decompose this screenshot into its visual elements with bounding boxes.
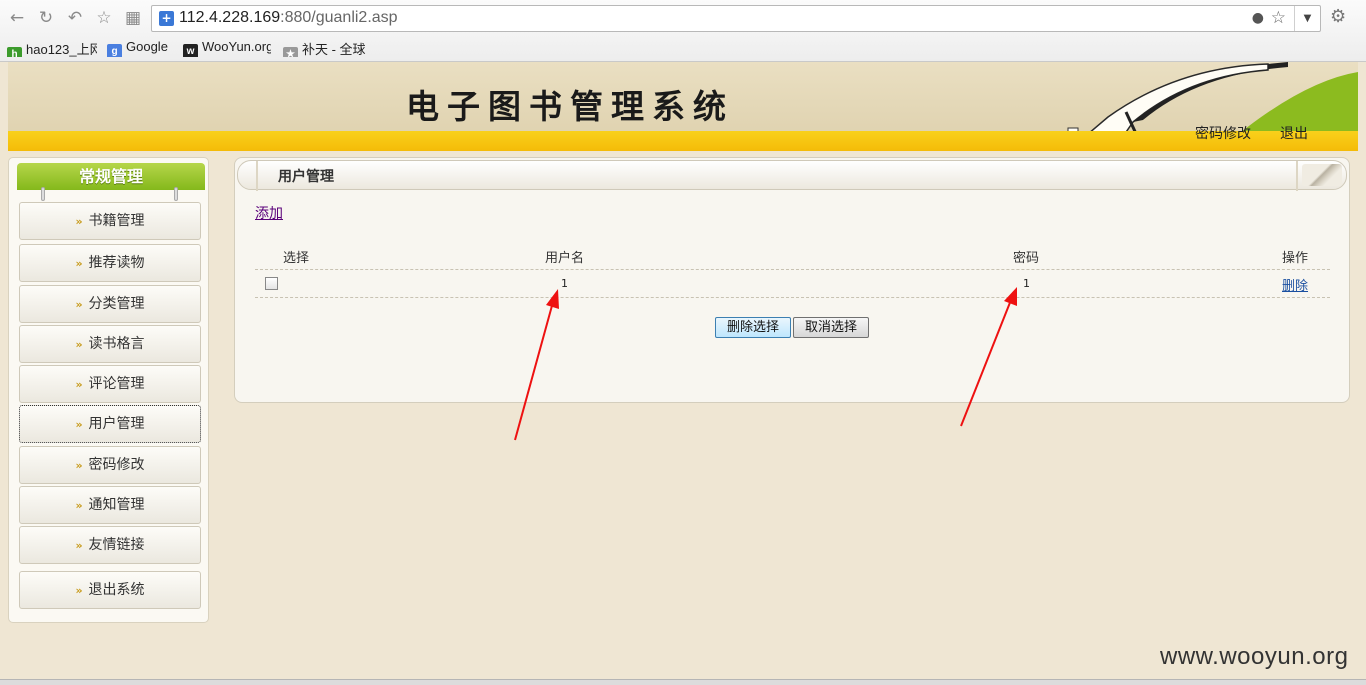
status-bar — [0, 679, 1366, 685]
annotation-arrow-icon — [514, 289, 559, 441]
annotation-arrows — [514, 287, 1017, 441]
watermark: www.wooyun.org — [1160, 643, 1349, 670]
annotation-arrow-icon — [960, 287, 1017, 427]
